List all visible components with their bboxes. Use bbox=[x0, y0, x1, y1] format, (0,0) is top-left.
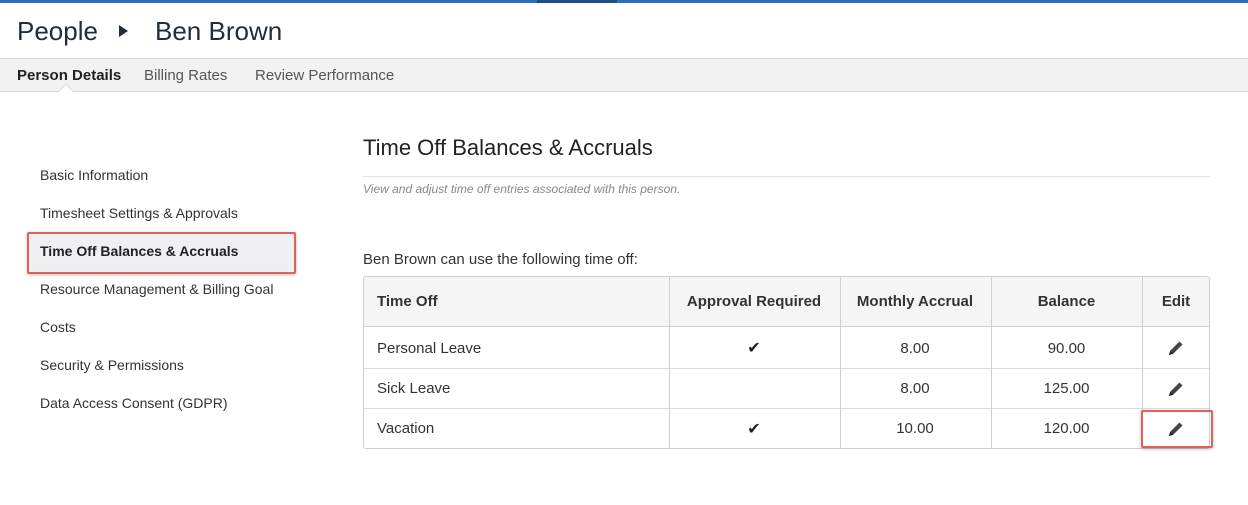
section-title: Time Off Balances & Accruals bbox=[363, 135, 653, 160]
balance-value: 120.00 bbox=[1043, 420, 1090, 437]
pencil-icon[interactable] bbox=[1166, 338, 1186, 358]
section-divider bbox=[363, 176, 1210, 177]
tab-review-performance[interactable]: Review Performance bbox=[255, 67, 394, 84]
sidebar-item-security-permissions[interactable]: Security & Permissions bbox=[40, 357, 184, 373]
approval-required-cell: ✔ bbox=[669, 409, 839, 448]
section-description: View and adjust time off entries associa… bbox=[363, 182, 681, 196]
column-divider bbox=[991, 277, 992, 448]
approval-required-cell: ✔ bbox=[669, 328, 839, 368]
table-header-row: Time Off Approval Required Monthly Accru… bbox=[364, 277, 1209, 327]
sidebar-item-costs[interactable]: Costs bbox=[40, 319, 76, 335]
time-off-name: Sick Leave bbox=[377, 380, 451, 397]
monthly-accrual-value: 8.00 bbox=[900, 380, 930, 397]
column-header-monthly-accrual: Monthly Accrual bbox=[856, 293, 974, 310]
sidebar-item-data-access-consent[interactable]: Data Access Consent (GDPR) bbox=[40, 395, 228, 411]
table-row: Personal Leave ✔ 8.00 90.00 bbox=[364, 328, 1209, 368]
tab-person-details[interactable]: Person Details bbox=[17, 67, 121, 84]
table-row: Sick Leave 8.00 125.00 bbox=[364, 369, 1209, 408]
column-header-approval-required: Approval Required bbox=[686, 293, 822, 310]
tab-billing-rates[interactable]: Billing Rates bbox=[144, 67, 227, 84]
column-header-time-off: Time Off bbox=[377, 293, 438, 310]
page-header: People Ben Brown bbox=[0, 3, 1248, 59]
pencil-icon[interactable] bbox=[1166, 379, 1186, 399]
breadcrumb-separator-icon bbox=[119, 25, 128, 37]
edit-vacation-highlight bbox=[1141, 410, 1213, 448]
table-row: Vacation ✔ 10.00 120.00 bbox=[364, 409, 1209, 448]
sidebar-item-resource-management[interactable]: Resource Management & Billing Goal bbox=[40, 281, 273, 297]
checkmark-icon: ✔ bbox=[747, 420, 761, 438]
breadcrumb-person-name: Ben Brown bbox=[155, 16, 283, 46]
edit-button[interactable] bbox=[1143, 369, 1209, 408]
balance-value: 125.00 bbox=[1043, 380, 1090, 397]
time-off-table: Time Off Approval Required Monthly Accru… bbox=[363, 276, 1210, 449]
time-off-name: Vacation bbox=[377, 420, 435, 437]
time-off-name: Personal Leave bbox=[377, 339, 482, 357]
column-divider bbox=[840, 277, 841, 448]
column-header-balance: Balance bbox=[1037, 293, 1096, 310]
edit-button[interactable] bbox=[1143, 328, 1209, 368]
monthly-accrual-value: 10.00 bbox=[896, 420, 934, 437]
sidebar-item-timesheet-settings[interactable]: Timesheet Settings & Approvals bbox=[40, 205, 238, 221]
checkmark-icon: ✔ bbox=[747, 340, 761, 357]
active-tab-indicator bbox=[57, 83, 75, 101]
sidebar-item-basic-information[interactable]: Basic Information bbox=[40, 167, 148, 183]
breadcrumb-people[interactable]: People bbox=[17, 16, 98, 47]
balance-value: 90.00 bbox=[1047, 339, 1086, 357]
monthly-accrual-value: 8.00 bbox=[900, 339, 930, 357]
column-header-edit: Edit bbox=[1161, 293, 1191, 310]
approval-required-cell bbox=[669, 369, 839, 408]
sidebar-item-time-off-balances[interactable]: Time Off Balances & Accruals bbox=[40, 243, 238, 259]
time-off-intro-text: Ben Brown can use the following time off… bbox=[363, 251, 638, 268]
column-divider bbox=[669, 277, 670, 448]
tab-bar: Person Details Billing Rates Review Perf… bbox=[0, 58, 1248, 101]
